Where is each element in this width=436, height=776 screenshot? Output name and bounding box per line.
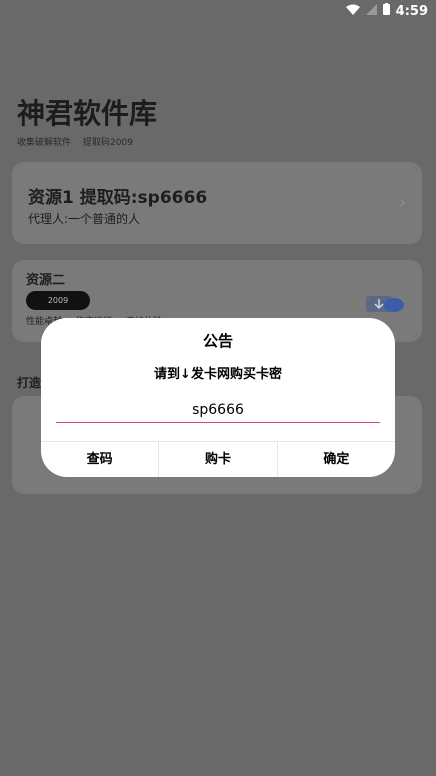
card-code-input[interactable] xyxy=(56,398,380,423)
announcement-dialog: 公告 请到↓发卡网购买卡密 查码 购卡 确定 xyxy=(41,318,395,477)
modal-overlay: 公告 请到↓发卡网购买卡密 查码 购卡 确定 xyxy=(0,0,436,776)
query-code-button[interactable]: 查码 xyxy=(41,442,160,477)
dialog-title: 公告 xyxy=(202,332,233,350)
dialog-message: 请到↓发卡网购买卡密 xyxy=(154,367,282,382)
buy-card-button[interactable]: 购卡 xyxy=(159,442,278,477)
confirm-button[interactable]: 确定 xyxy=(278,442,395,477)
dialog-button-row: 查码 购卡 确定 xyxy=(41,441,395,477)
